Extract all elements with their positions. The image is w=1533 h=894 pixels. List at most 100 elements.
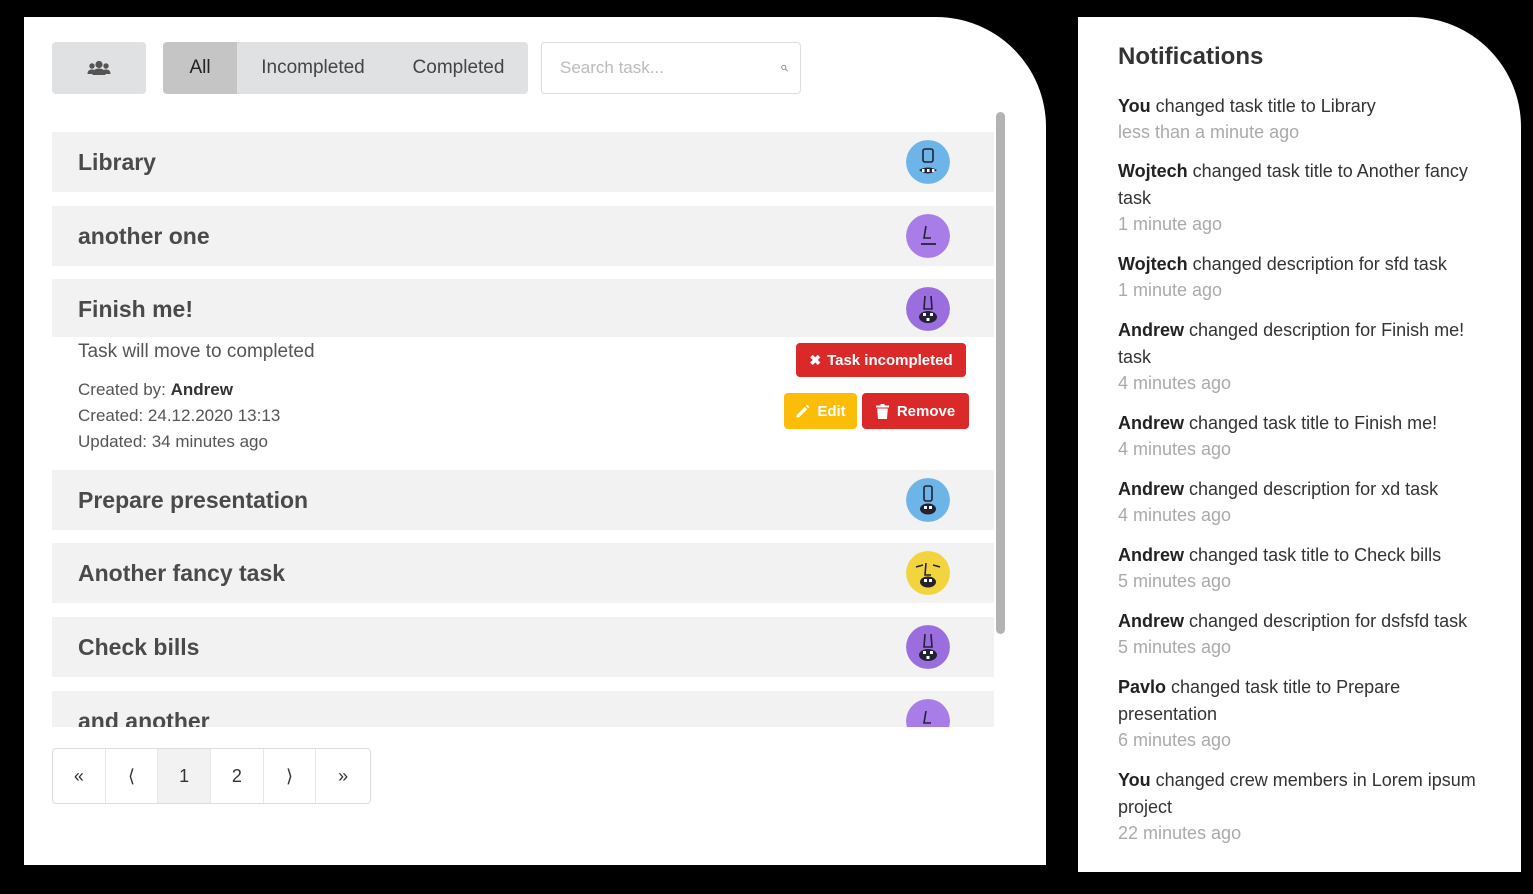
notification-item: Wojtech changed task title to Another fa… [1118,158,1478,237]
task-list: Library another one Finish me! Task will… [52,129,994,727]
created-by: Created by: Andrew [78,380,233,400]
tasks-panel: All Incompleted Completed Library [24,17,1046,865]
task-title: Library [78,148,156,175]
notification-item: Andrew changed description for Finish me… [1118,317,1478,396]
notification-time: 1 minute ago [1118,214,1223,234]
notification-message: changed description for xd task [1184,479,1439,499]
task-title: Check bills [78,633,200,660]
notification-time: 4 minutes ago [1118,505,1232,525]
avatar [906,214,950,258]
avatar [906,140,950,184]
notifications-panel: Notifications You changed task title to … [1078,17,1521,872]
notification-item: Andrew changed description for xd task 4… [1118,476,1478,528]
notification-text: Andrew changed task title to Finish me! [1118,410,1478,437]
trash-icon [875,403,889,419]
notification-message: changed task title to Finish me! [1184,413,1438,433]
notification-item: You changed crew members in Lorem ipsum … [1118,767,1478,846]
filter-incompleted-button[interactable]: Incompleted [237,42,389,94]
notification-text: Andrew changed task title to Check bills [1118,542,1478,569]
search-box [541,42,801,94]
notifications-title: Notifications [1118,43,1264,70]
notification-user: You [1118,770,1151,790]
notification-time: less than a minute ago [1118,122,1300,142]
notification-time: 5 minutes ago [1118,571,1232,591]
pagination: « ⟨ 1 2 ⟩ » [52,748,371,804]
notification-user: Andrew [1118,479,1185,499]
avatar [906,478,950,522]
crew-button[interactable] [52,42,146,94]
notification-message: changed crew members in Lorem ipsum proj… [1118,770,1476,817]
notification-time: 5 minutes ago [1118,637,1232,657]
notification-text: Wojtech changed task title to Another fa… [1118,158,1478,212]
notification-time: 6 minutes ago [1118,730,1232,750]
filter-all-button[interactable]: All [163,42,237,94]
pencil-icon [796,404,810,418]
task-row[interactable]: Check bills [52,617,994,677]
notification-item: Andrew changed task title to Finish me! … [1118,410,1478,462]
toolbar: All Incompleted Completed [52,42,801,94]
notification-text: Wojtech changed description for sfd task [1118,251,1478,278]
task-description: Task will move to completed [78,341,315,362]
edit-button[interactable]: Edit [784,393,857,429]
notification-text: You changed crew members in Lorem ipsum … [1118,767,1478,821]
task-row[interactable]: and another [52,691,994,727]
task-details: Task will move to completed Created by: … [52,337,994,469]
notification-time: 4 minutes ago [1118,373,1232,393]
notification-item: Andrew changed task title to Check bills… [1118,542,1478,594]
notification-user: Andrew [1118,413,1185,433]
task-incompleted-button[interactable]: ✖ Task incompleted [796,343,966,377]
search-icon[interactable] [781,58,788,78]
notification-message: changed description for sfd task [1187,254,1447,274]
task-row[interactable]: Library [52,132,994,192]
page-1-button[interactable]: 1 [158,749,212,803]
task-row[interactable]: Another fancy task [52,543,994,603]
notification-text: Andrew changed description for xd task [1118,476,1478,503]
notification-user: Andrew [1118,611,1185,631]
notification-user: Andrew [1118,320,1185,340]
notification-text: Andrew changed description for Finish me… [1118,317,1478,371]
notification-message: changed task title to Check bills [1184,545,1442,565]
notification-text: Andrew changed description for dsfsfd ta… [1118,608,1478,635]
prev-page-button[interactable]: ⟨ [106,749,159,803]
users-icon [87,60,111,75]
notification-item: Wojtech changed description for sfd task… [1118,251,1478,303]
page-2-button[interactable]: 2 [211,749,264,803]
scrollbar-thumb[interactable] [996,112,1005,634]
task-row[interactable]: Finish me! [52,279,994,339]
task-row[interactable]: Prepare presentation [52,470,994,530]
notification-item: Andrew changed description for dsfsfd ta… [1118,608,1478,660]
task-row[interactable]: another one [52,206,994,266]
task-title: and another [78,707,210,728]
created-by-label: Created by: [78,380,171,399]
filter-completed-button[interactable]: Completed [389,42,528,94]
task-title: Finish me! [78,295,194,322]
task-incompleted-label: Task incompleted [827,351,953,369]
last-page-button[interactable]: » [316,749,370,803]
avatar [906,625,950,669]
avatar [906,287,950,331]
filter-group: All Incompleted Completed [163,42,528,94]
updated-date: Updated: 34 minutes ago [78,432,268,451]
avatar [906,551,950,595]
avatar [906,699,950,727]
scrollbar[interactable] [994,112,1006,728]
task-title: Prepare presentation [78,486,309,513]
created-date: Created: 24.12.2020 13:13 [78,406,281,425]
notification-time: 4 minutes ago [1118,439,1232,459]
search-input[interactable] [560,58,781,78]
notification-user: Wojtech [1118,254,1188,274]
notification-message: changed task title to Library [1150,96,1376,116]
notification-text: You changed task title to Library [1118,93,1478,120]
notification-user: Pavlo [1118,677,1167,697]
notification-user: Andrew [1118,545,1185,565]
notification-time: 1 minute ago [1118,280,1223,300]
remove-button[interactable]: Remove [862,393,969,429]
task-title: another one [78,222,210,249]
task-title: Another fancy task [78,559,286,586]
first-page-button[interactable]: « [53,749,106,803]
next-page-button[interactable]: ⟩ [264,749,317,803]
notification-time: 22 minutes ago [1118,823,1242,843]
notification-text: Pavlo changed task title to Prepare pres… [1118,674,1478,728]
close-icon: ✖ [809,351,822,368]
notification-message: changed description for dsfsfd task [1184,611,1468,631]
